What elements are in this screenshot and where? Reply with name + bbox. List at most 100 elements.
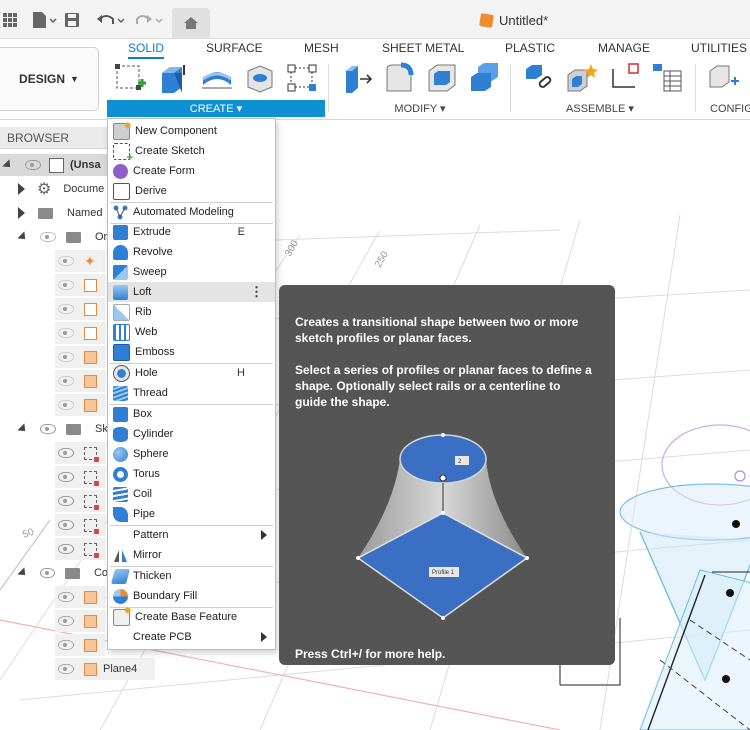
browser-sketch-item[interactable] (55, 538, 105, 560)
hidden-eye-icon[interactable] (58, 352, 74, 362)
expand-arrow-icon[interactable] (18, 183, 25, 195)
rectangular-pattern-tool-icon[interactable] (285, 61, 319, 95)
visibility-eye-icon[interactable] (58, 472, 74, 482)
revolve-tool-icon[interactable] (200, 61, 234, 95)
menu-item-thicken[interactable]: Thicken (108, 566, 275, 586)
tab-utilities[interactable]: UTILITIES (691, 41, 747, 55)
visibility-eye-icon[interactable] (58, 448, 74, 458)
menu-item-thread[interactable]: Thread (108, 383, 275, 403)
menu-item-emboss[interactable]: Emboss (108, 342, 275, 362)
menu-item-rib[interactable]: Rib (108, 302, 275, 322)
menu-item-loft[interactable]: Loft ⋮ (108, 282, 275, 302)
browser-origin-plane[interactable] (55, 394, 105, 416)
browser-origin-plane[interactable] (55, 370, 105, 392)
undo-icon[interactable] (96, 10, 126, 30)
hidden-eye-icon[interactable] (58, 304, 74, 314)
shell-tool-icon[interactable] (425, 61, 459, 95)
home-tab[interactable] (172, 8, 210, 38)
expand-arrow-icon[interactable] (17, 231, 29, 243)
extrude-tool-icon[interactable] (156, 61, 190, 95)
menu-item-hole[interactable]: Hole H (108, 363, 275, 383)
joint-tool-icon[interactable] (523, 61, 557, 95)
tab-plastic[interactable]: PLASTIC (505, 41, 555, 55)
browser-row-plane4[interactable]: Plane4 (55, 658, 155, 680)
tab-manage[interactable]: MANAGE (598, 41, 650, 55)
browser-row-document-settings[interactable]: ⚙ Docume (0, 178, 108, 200)
browser-origin-plane[interactable] (55, 346, 105, 368)
menu-item-create-sketch[interactable]: + Create Sketch (108, 141, 275, 164)
expand-arrow-icon[interactable] (18, 207, 25, 219)
assemble-group-label[interactable]: ASSEMBLE ▾ (515, 100, 685, 117)
browser-row-construction[interactable]: Co (0, 562, 108, 584)
menu-item-mirror[interactable]: Mirror (108, 545, 275, 565)
browser-panel-header[interactable]: BROWSER (0, 127, 108, 149)
visibility-eye-icon[interactable] (58, 520, 74, 530)
menu-item-new-component[interactable]: ✸ New Component (108, 121, 275, 141)
menu-item-create-form[interactable]: Create Form (108, 161, 275, 181)
browser-origin-point[interactable]: ✦ (55, 250, 105, 272)
menu-item-sweep[interactable]: Sweep (108, 262, 275, 282)
more-options-icon[interactable]: ⋮ (250, 284, 263, 300)
motion-link-tool-icon[interactable] (607, 61, 641, 95)
hidden-eye-icon[interactable] (58, 664, 74, 674)
menu-item-automated-modeling[interactable]: Automated Modeling (108, 202, 275, 222)
menu-item-create-pcb[interactable]: Create PCB (108, 627, 275, 647)
configure-group-label[interactable]: CONFIG (700, 100, 750, 117)
browser-construction-plane[interactable] (55, 586, 105, 608)
menu-item-torus[interactable]: Torus (108, 464, 275, 484)
browser-sketch-item[interactable] (55, 442, 105, 464)
browser-origin-axis[interactable] (55, 322, 105, 344)
menu-item-derive[interactable]: Derive (108, 181, 275, 201)
menu-item-create-base-feature[interactable]: ✸ Create Base Feature (108, 606, 275, 627)
expand-arrow-icon[interactable] (17, 423, 29, 435)
new-component-tool-icon[interactable] (565, 61, 599, 95)
document-title[interactable]: Untitled* (479, 13, 548, 28)
grid-menu-icon[interactable] (2, 10, 18, 30)
visibility-eye-icon[interactable] (40, 424, 56, 434)
redo-icon[interactable] (134, 10, 164, 30)
browser-origin-axis[interactable] (55, 298, 105, 320)
browser-row-origin[interactable]: Or (0, 226, 108, 248)
browser-sketch-item[interactable] (55, 514, 105, 536)
visibility-eye-icon[interactable] (40, 568, 56, 578)
hidden-eye-icon[interactable] (58, 640, 74, 650)
menu-item-cylinder[interactable]: Cylinder (108, 424, 275, 444)
browser-origin-axis[interactable] (55, 274, 105, 296)
browser-construction-plane[interactable] (55, 634, 105, 656)
fillet-tool-icon[interactable] (383, 61, 417, 95)
expand-arrow-icon[interactable] (17, 567, 29, 579)
create-group-label[interactable]: CREATE ▾ (107, 100, 325, 117)
hidden-eye-icon[interactable] (58, 328, 74, 338)
hidden-eye-icon[interactable] (58, 376, 74, 386)
visibility-eye-icon[interactable] (58, 496, 74, 506)
bill-of-materials-tool-icon[interactable] (650, 61, 684, 95)
expand-arrow-icon[interactable] (2, 159, 14, 171)
create-sketch-tool-icon[interactable] (114, 61, 148, 95)
browser-row-named-views[interactable]: Named (0, 202, 108, 224)
file-menu-icon[interactable] (30, 10, 58, 30)
hidden-eye-icon[interactable] (58, 256, 74, 266)
browser-sketch-item[interactable] (55, 490, 105, 512)
configure-tool-icon[interactable] (707, 61, 741, 95)
visibility-eye-icon[interactable] (25, 160, 41, 170)
hidden-eye-icon[interactable] (58, 400, 74, 410)
tab-surface[interactable]: SURFACE (206, 41, 263, 55)
hole-tool-icon[interactable] (243, 61, 277, 95)
tab-solid[interactable]: SOLID (128, 41, 165, 59)
menu-item-revolve[interactable]: Revolve (108, 242, 275, 262)
menu-item-pattern[interactable]: Pattern (108, 525, 275, 545)
browser-row-sketches[interactable]: Sk (0, 418, 108, 440)
browser-root-row[interactable]: (Unsa (0, 154, 108, 176)
menu-item-coil[interactable]: Coil (108, 484, 275, 504)
save-icon[interactable] (63, 10, 81, 30)
menu-item-box[interactable]: Box (108, 404, 275, 424)
modify-group-label[interactable]: MODIFY ▾ (340, 100, 500, 117)
menu-item-web[interactable]: Web (108, 322, 275, 342)
design-workspace-button[interactable]: DESIGN ▼ (0, 47, 99, 111)
hidden-eye-icon[interactable] (58, 592, 74, 602)
press-pull-tool-icon[interactable] (342, 61, 376, 95)
hidden-eye-icon[interactable] (58, 616, 74, 626)
combine-tool-icon[interactable] (468, 61, 502, 95)
tab-mesh[interactable]: MESH (304, 41, 339, 55)
menu-item-extrude[interactable]: Extrude E (108, 222, 275, 242)
